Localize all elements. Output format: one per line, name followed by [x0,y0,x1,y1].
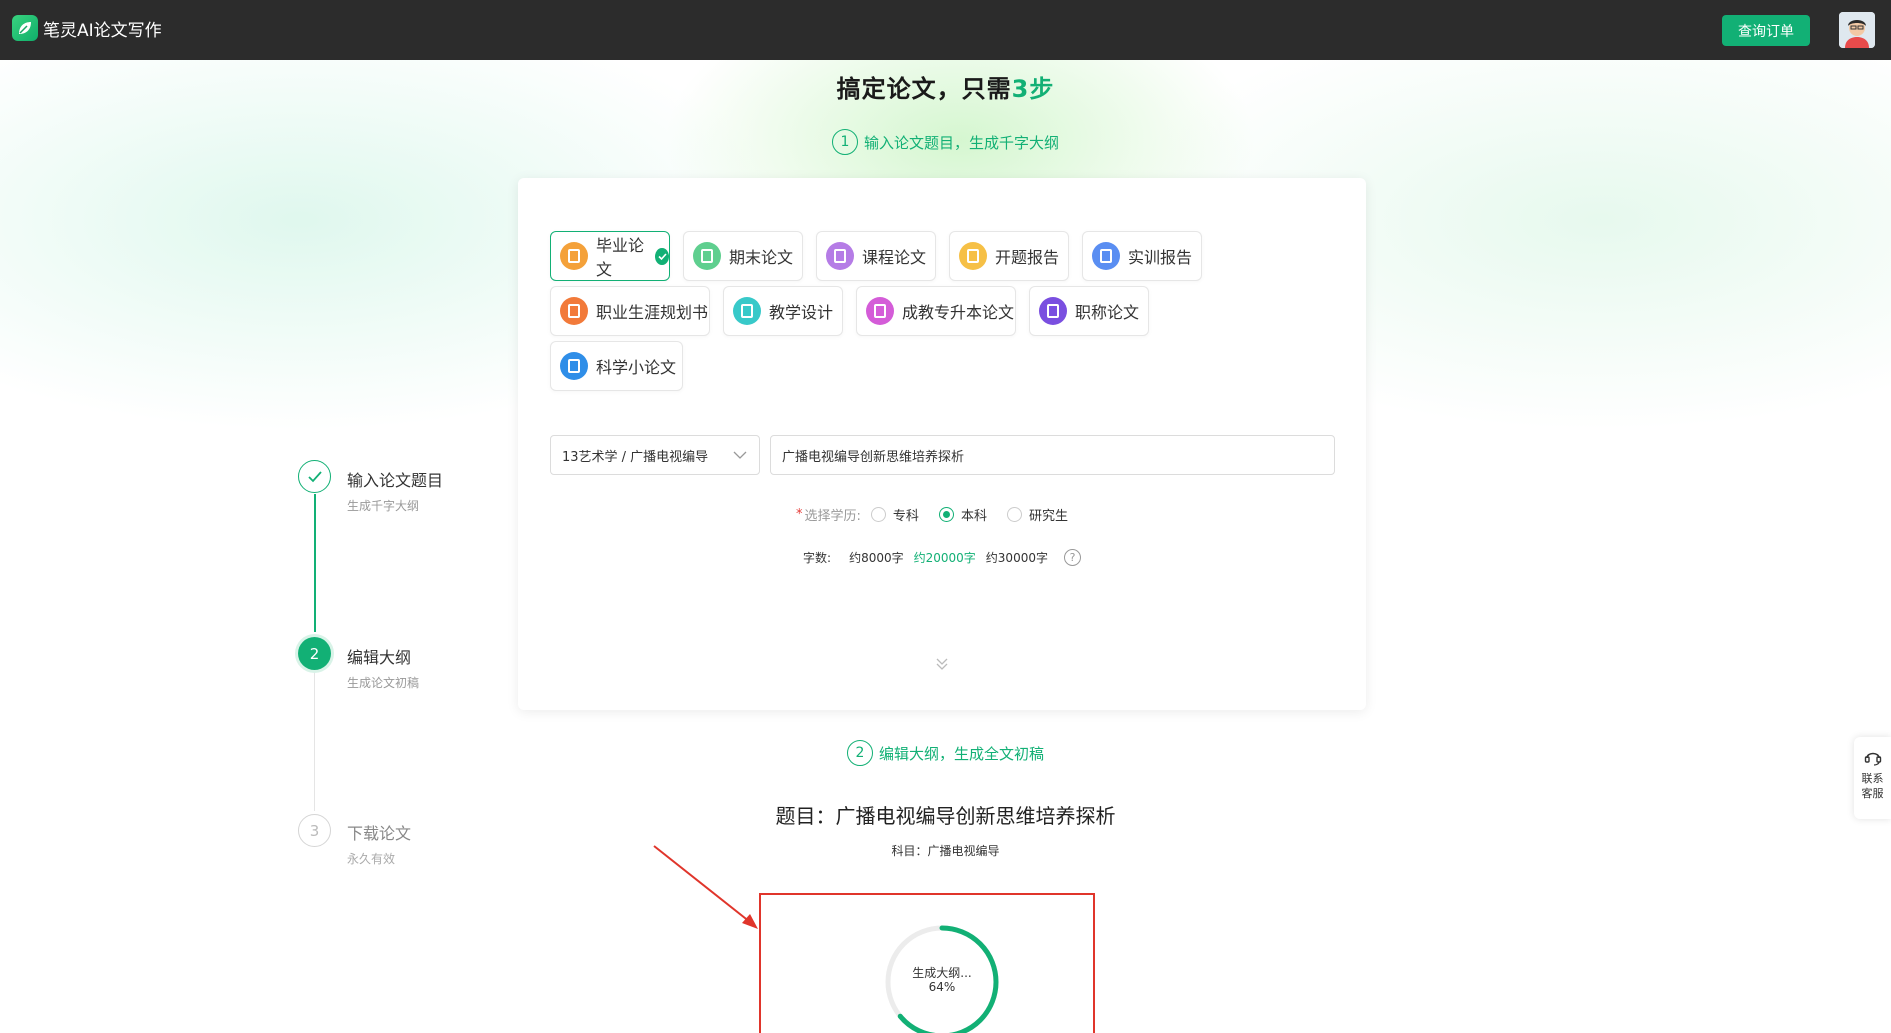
radio-dot [938,507,954,522]
topic-input-card: 毕业论文 期末论文 课程论文 开题报告 实训报告职业生涯规划书 教学设计 成教专升本论文 职称… [518,178,1366,710]
paper-type-label: 开题报告 [995,248,1060,267]
chevron-down-icon [733,451,747,459]
page-title-text: 搞定论文，只需 [836,75,1012,103]
subject-select[interactable]: 13艺术学 / 广播电视编导 [550,435,760,475]
paper-title-input[interactable] [770,435,1335,475]
paper-type-adult-upgrade-thesis[interactable]: 成教专升本论文 [856,286,1016,336]
required-mark: * [796,507,803,522]
document-glyph [967,249,979,263]
paper-type-career-plan[interactable]: 职业生涯规划书 [550,286,710,336]
word-count-label: 字数: [803,551,832,565]
radio-edu-graduate[interactable]: 研究生 [1006,505,1068,524]
paper-type-label: 职称论文 [1075,303,1140,322]
section-2-label: 编辑大纲，生成全文初稿 [878,744,1044,763]
step-1-check-icon [298,460,331,493]
subject-select-value: 13艺术学 / 广播电视编导 [562,449,709,465]
document-glyph [1047,304,1059,318]
paper-type-label: 期末论文 [729,248,794,267]
word-option-8000[interactable]: 约8000字 [849,549,904,566]
leaf-logo-icon [12,15,38,41]
paper-type-title-paper[interactable]: 职称论文 [1029,286,1149,336]
paper-type-label: 毕业论文 [596,236,645,279]
query-order-button[interactable]: 查询订单 [1722,15,1810,46]
section-1-number: 1 [831,129,858,155]
radio-label: 专科 [892,509,919,524]
customer-service-label: 联系客服 [1861,772,1884,800]
customer-service-button[interactable]: 联系客服 [1854,737,1891,819]
document-glyph [1100,249,1112,263]
paper-type-label: 科学小论文 [596,358,677,377]
radio-edu-bachelor[interactable]: 本科 [938,505,987,524]
course-paper-icon [826,242,854,270]
section-2-heading: 2 编辑大纲，生成全文初稿 [0,740,1891,766]
final-paper-icon [693,242,721,270]
paper-type-label: 实训报告 [1128,248,1193,267]
section-2-number: 2 [846,740,873,766]
radio-label: 本科 [960,509,987,524]
teaching-design-icon [733,297,761,325]
radio-edu-junior-college[interactable]: 专科 [870,505,919,524]
graduation-thesis-icon [560,242,588,270]
section-1-label: 输入论文题目，生成千字大纲 [863,133,1059,152]
document-glyph [568,249,580,263]
radio-dot [870,507,886,522]
career-plan-icon [560,297,588,325]
outline-progress-ring: 生成大纲... 64% [882,922,1002,1033]
training-report-icon [1092,242,1120,270]
paper-type-graduation-thesis[interactable]: 毕业论文 [550,231,670,281]
app-name: 笔灵AI论文写作 [43,20,162,41]
document-glyph [701,249,713,263]
word-option-30000[interactable]: 约30000字 [986,549,1048,566]
document-glyph [741,304,753,318]
page-title: 搞定论文，只需3步 [0,69,1891,104]
progress-text: 生成大纲... 64% [882,966,1002,994]
radio-dot [1006,507,1022,522]
headset-icon [1864,752,1881,766]
logo[interactable]: 笔灵AI论文写作 [12,15,162,41]
paper-type-science-mini-paper[interactable]: 科学小论文 [550,341,683,391]
step-connector-done [314,494,316,632]
education-label: 选择学历: [804,509,861,524]
help-icon[interactable]: ? [1063,549,1081,566]
outline-subject: 科目：广播电视编导 [891,844,1000,858]
paper-type-teaching-design[interactable]: 教学设计 [723,286,843,336]
proposal-report-icon [959,242,987,270]
paper-type-label: 成教专升本论文 [902,303,1015,322]
document-glyph [568,359,580,373]
radio-label: 研究生 [1028,509,1068,524]
word-option-20000[interactable]: 约20000字 [914,549,976,566]
check-icon [655,247,669,265]
education-row: * 选择学历: 专科 本科 研究生 [518,505,1366,524]
top-bar: 笔灵AI论文写作 查询订单 [0,0,1891,60]
avatar[interactable] [1839,12,1875,48]
section-1-heading: 1 输入论文题目，生成千字大纲 [0,129,1891,155]
paper-type-label: 职业生涯规划书 [596,303,709,322]
progress-percent: 64% [928,980,956,994]
paper-type-training-report[interactable]: 实训报告 [1082,231,1202,281]
paper-type-final-paper[interactable]: 期末论文 [683,231,803,281]
outline-title: 题目：广播电视编导创新思维培养探析 [775,804,1116,828]
document-glyph [834,249,846,263]
annotation-arrow [653,845,758,929]
document-glyph [568,304,580,318]
science-mini-paper-icon [560,352,588,380]
paper-type-proposal-report[interactable]: 开题报告 [949,231,1069,281]
step-2-subtitle: 生成论文初稿 [347,676,420,690]
step-1-title: 输入论文题目 [347,471,444,490]
paper-type-label: 教学设计 [769,303,834,322]
paper-type-course-paper[interactable]: 课程论文 [816,231,936,281]
step-1-subtitle: 生成千字大纲 [347,499,420,513]
progress-label: 生成大纲... [912,966,972,980]
title-paper-icon [1039,297,1067,325]
page-title-accent: 3步 [1011,75,1055,103]
step-2-title: 编辑大纲 [347,648,412,667]
adult-upgrade-thesis-icon [866,297,894,325]
paper-type-label: 课程论文 [862,248,927,267]
word-count-row: 字数: 约8000字 约20000字 约30000字 ? [518,549,1366,566]
step-2-badge: 2 [298,637,331,670]
document-glyph [874,304,886,318]
double-chevron-down-icon[interactable] [934,656,950,672]
